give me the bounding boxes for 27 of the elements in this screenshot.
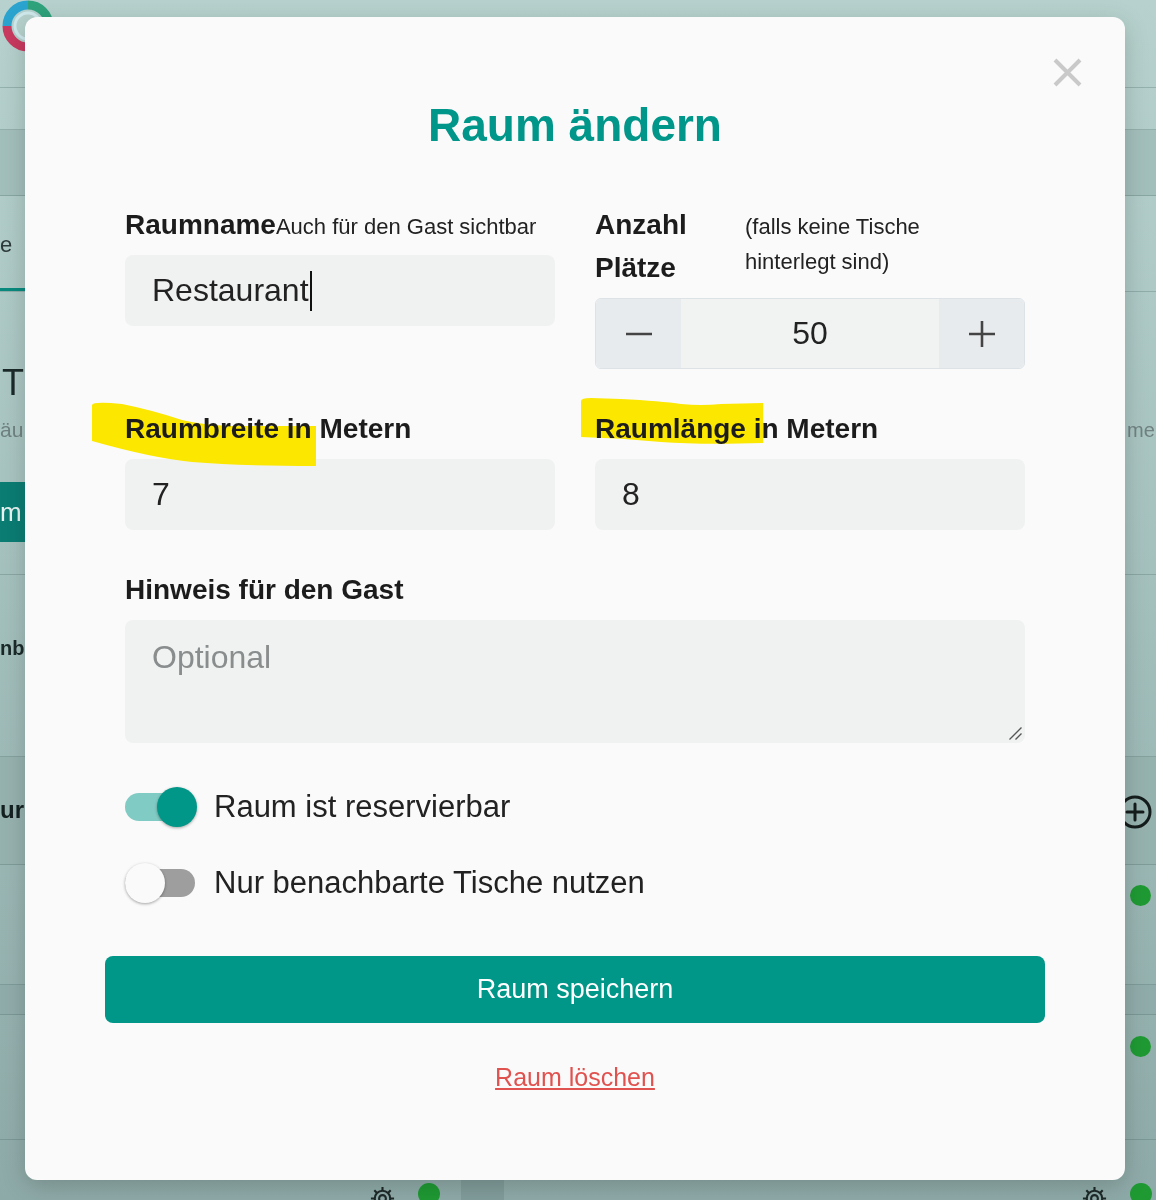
text-field[interactable]: 7 [125,459,555,530]
plus-icon [968,320,995,347]
toggle-switch[interactable] [125,787,197,827]
toggle-label: Raum ist reservierbar [214,788,511,826]
field-hint: (falls keine Tische hinterlegt sind) [745,213,921,276]
resize-handle-icon[interactable] [1009,727,1022,740]
field-label: Anzahl Plätze [595,208,688,285]
dialog-title: Raum ändern [427,98,723,153]
toggle-switch[interactable] [125,863,197,903]
delete-link[interactable]: Raum löschen [495,1062,655,1092]
field-label: Raumname [125,208,276,242]
card-heading: T [1,363,25,403]
field-hint: Auch für den Gast sichtbar [275,213,537,241]
field-label: Hinweis für den Gast [125,573,404,607]
toggle-label: Nur benachbarte Tische nutzen [214,864,645,902]
close-icon [1053,58,1082,87]
stepper[interactable]: 50 [595,298,1025,369]
section-title: ur [0,795,25,825]
card-subtitle: me [1126,418,1156,443]
card-subtitle: äu [0,417,25,443]
number-field[interactable]: 50 [681,299,939,368]
action-button[interactable]: m [0,482,25,542]
text-field[interactable]: Restaurant [125,255,555,326]
text-field[interactable]: 8 [595,459,1025,530]
list-label: nb [0,636,25,661]
minus-icon [625,331,652,336]
save-button[interactable]: Raum speichern [105,956,1045,1023]
